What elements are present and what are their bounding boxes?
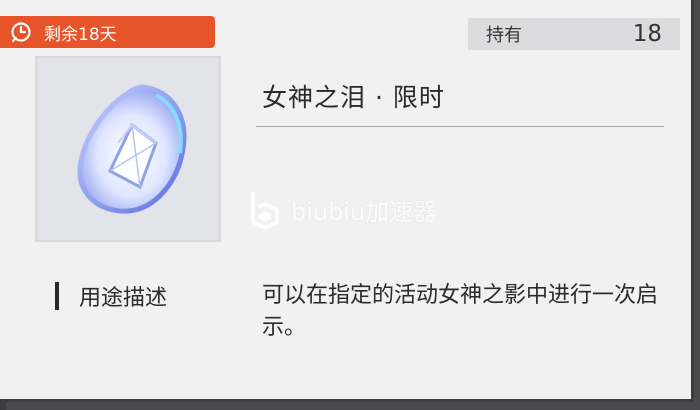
- holding-count: 18: [632, 21, 662, 47]
- heading-bar: [55, 282, 59, 310]
- item-name: 女神之泪 · 限时: [262, 83, 445, 112]
- item-image-frame: [35, 56, 221, 242]
- holding-label: 持有: [486, 25, 522, 46]
- description-title: 用途描述: [79, 286, 168, 311]
- description-text: 可以在指定的活动女神之影中进行一次启示。: [262, 283, 659, 340]
- remaining-days-badge: 剩余18天: [0, 16, 215, 48]
- watermark-text: biubiu加速器: [291, 197, 438, 226]
- watermark: biubiu加速器: [245, 188, 437, 230]
- remaining-days-text: 剩余18天: [44, 24, 117, 45]
- clock-icon: [11, 22, 31, 42]
- teardrop-crystal-icon: [77, 84, 187, 214]
- biubiu-logo-icon: [251, 192, 279, 230]
- description-heading: 用途描述: [55, 280, 167, 312]
- divider: [256, 126, 664, 127]
- item-detail-card: 剩余18天 持有 18 女神之泪 · 限时 biubiu加速器 用途描述 可以在…: [0, 0, 694, 402]
- holding-count-panel: 持有 18: [468, 18, 680, 50]
